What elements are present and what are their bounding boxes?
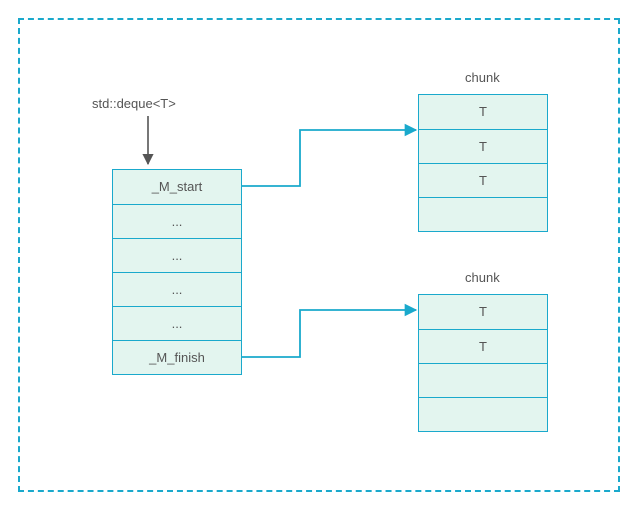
chunk1-label: chunk	[465, 70, 500, 85]
deque-cell-ellipsis-4: ...	[113, 306, 241, 340]
chunk1-cell-0: T	[419, 95, 547, 129]
deque-title-label: std::deque<T>	[92, 96, 176, 111]
deque-cell-m-finish: _M_finish	[113, 340, 241, 374]
chunk2-table: T T	[418, 294, 548, 432]
chunk1-cell-3	[419, 197, 547, 231]
deque-cell-ellipsis-3: ...	[113, 272, 241, 306]
chunk2-cell-3	[419, 397, 547, 431]
chunk2-cell-2	[419, 363, 547, 397]
chunk2-cell-0: T	[419, 295, 547, 329]
chunk1-table: T T T	[418, 94, 548, 232]
chunk2-cell-1: T	[419, 329, 547, 363]
deque-iterator-table: _M_start ... ... ... ... _M_finish	[112, 169, 242, 375]
deque-cell-m-start: _M_start	[113, 170, 241, 204]
chunk1-cell-1: T	[419, 129, 547, 163]
chunk2-label: chunk	[465, 270, 500, 285]
chunk1-cell-2: T	[419, 163, 547, 197]
deque-cell-ellipsis-1: ...	[113, 204, 241, 238]
deque-cell-ellipsis-2: ...	[113, 238, 241, 272]
